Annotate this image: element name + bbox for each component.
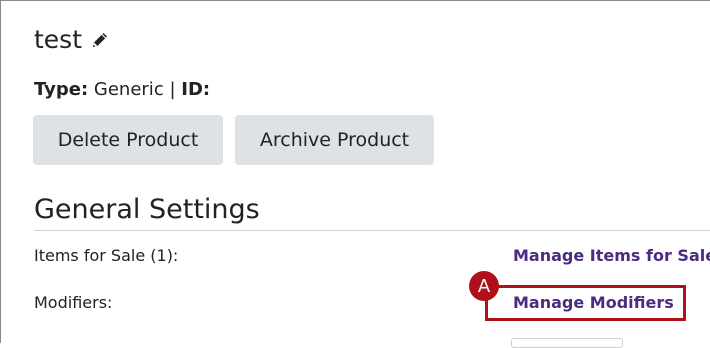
product-meta: Type: Generic | ID: — [34, 79, 210, 100]
meta-separator: | — [169, 79, 176, 100]
partial-input-field[interactable] — [511, 338, 623, 348]
product-title-row: test — [34, 25, 110, 54]
product-title: test — [34, 25, 83, 54]
items-for-sale-label: Items for Sale (1): — [34, 246, 179, 265]
annotation-marker: A — [469, 271, 499, 301]
delete-product-button[interactable]: Delete Product — [33, 115, 223, 165]
archive-product-button[interactable]: Archive Product — [235, 115, 434, 165]
product-panel: test Type: Generic | ID: Delete Product … — [0, 0, 710, 348]
pencil-icon[interactable] — [90, 30, 110, 50]
type-value: Generic — [93, 79, 164, 100]
id-label: ID: — [181, 79, 211, 100]
general-settings-heading: General Settings — [34, 194, 260, 225]
highlight-box — [485, 285, 686, 321]
manage-items-for-sale-link[interactable]: Manage Items for Sale — [513, 246, 710, 265]
section-divider — [34, 230, 710, 231]
modifiers-label: Modifiers: — [34, 293, 113, 312]
type-label: Type: — [34, 79, 89, 100]
